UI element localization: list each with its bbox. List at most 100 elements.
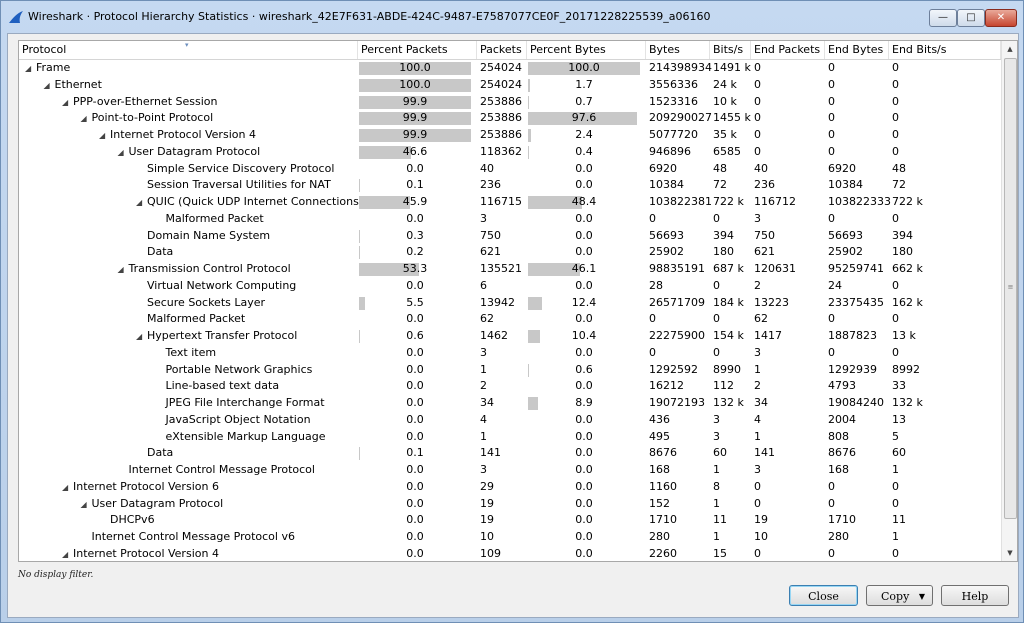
end-bits-per-second-cell: 0 (892, 77, 899, 91)
minimize-button[interactable]: — (929, 9, 957, 27)
tree-row[interactable]: ◢ User Datagram Protocol 46.6 0.4 118362 9468… (19, 144, 1001, 161)
tree-row[interactable]: ◢ Ethernet 100.0 1.7 254024 3556336 24 k 0 0 0 (19, 77, 1001, 94)
close-button[interactable]: Close (789, 585, 858, 606)
end-bytes-cell: 0 (828, 128, 835, 141)
bytes-cell: 28 (649, 278, 663, 292)
packets-cell: 141 (480, 446, 501, 460)
end-bits-per-second-cell: 0 (892, 94, 899, 108)
tree-row[interactable]: Line-based text data 0.0 0.0 2 16212 112 2 4793… (19, 378, 1001, 395)
tree-row[interactable]: ◢ Internet Protocol Version 4 0.0 0.0 109 226… (19, 546, 1001, 561)
percent-bytes-cell: 0.0 (575, 345, 593, 359)
expanded-arrow-icon[interactable]: ◢ (62, 547, 73, 561)
tree-row[interactable]: Internet Control Message Protocol 0.0 0.0 3… (19, 462, 1001, 479)
percent-bytes-cell: 12.4 (571, 295, 597, 309)
tree-row[interactable]: Text item 0.0 0.0 3 0 0 3 0 0 (19, 345, 1001, 362)
tree-row[interactable]: ◢ Internet Protocol Version 6 0.0 0.0 29 1160… (19, 479, 1001, 496)
percent-bytes-cell: 8.9 (575, 396, 593, 409)
tree-row[interactable]: JavaScript Object Notation 0.0 0.0 4 436 3 4 20… (19, 412, 1001, 429)
percent-bytes-cell: 0.0 (575, 312, 593, 326)
protocol-cell: Portable Network Graphics (155, 362, 313, 379)
end-bytes-cell: 24 (828, 278, 842, 292)
percent-bytes-cell: 100.0 (568, 61, 600, 74)
tree-row[interactable]: Session Traversal Utilities for NAT 0.1 0.… (19, 177, 1001, 194)
end-bytes-cell: 19084240 (828, 396, 884, 409)
help-button[interactable]: Help (941, 585, 1009, 606)
maximize-button[interactable]: □ (957, 9, 985, 27)
expanded-arrow-icon[interactable]: ◢ (44, 78, 55, 95)
column-header-end-bits-per-second[interactable]: End Bits/s (889, 41, 1001, 59)
end-bytes-cell: 95259741 (828, 262, 884, 275)
protocol-hierarchy-tree[interactable]: Protocol ▾ Percent Packets Packets Perce… (18, 40, 1018, 562)
column-header-packets[interactable]: Packets (477, 41, 527, 59)
tree-row[interactable]: ◢ Transmission Control Protocol 53.3 46.1 13… (19, 261, 1001, 278)
tree-row[interactable]: Data 0.2 0.0 621 25902 180 621 25902 180 (19, 244, 1001, 261)
tree-row[interactable]: Simple Service Discovery Protocol 0.0 0.0 4… (19, 161, 1001, 178)
expanded-arrow-icon[interactable]: ◢ (81, 497, 92, 514)
column-header-bits-per-second[interactable]: Bits/s (710, 41, 751, 59)
protocol-cell: ◢ Point-to-Point Protocol (81, 110, 214, 127)
end-bytes-cell: 0 (828, 345, 835, 359)
tree-row[interactable]: Secure Sockets Layer 5.5 12.4 13942 26571709… (19, 295, 1001, 312)
tree-row[interactable]: eXtensible Markup Language 0.0 0.0 1 495 3 1 80… (19, 429, 1001, 446)
expanded-arrow-icon[interactable]: ◢ (99, 128, 110, 145)
close-window-button[interactable]: ✕ (985, 9, 1017, 27)
bytes-cell: 6920 (649, 161, 677, 175)
end-packets-cell: 19 (754, 513, 768, 527)
tree-row[interactable]: DHCPv6 0.0 0.0 19 1710 11 19 1710 11 (19, 512, 1001, 529)
packets-cell: 253886 (480, 111, 522, 125)
tree-row[interactable]: ◢ PPP-over-Ethernet Session 99.9 0.7 253886 1… (19, 94, 1001, 111)
tree-row[interactable]: Portable Network Graphics 0.0 0.6 1 1292592 8… (19, 362, 1001, 379)
scrollbar-thumb[interactable]: ≡ (1004, 58, 1017, 519)
expanded-arrow-icon[interactable]: ◢ (118, 145, 129, 162)
column-header-bytes[interactable]: Bytes (646, 41, 710, 59)
title-bar[interactable]: Wireshark · Protocol Hierarchy Statistic… (1, 1, 1023, 34)
percent-packets-cell: 0.0 (406, 546, 424, 560)
bytes-cell: 1710 (649, 513, 677, 527)
bytes-cell: 26571709 (649, 295, 705, 309)
expanded-arrow-icon[interactable]: ◢ (62, 95, 73, 112)
tree-row[interactable]: Malformed Packet 0.0 0.0 3 0 0 3 0 0 (19, 211, 1001, 228)
scroll-up-icon[interactable]: ▲ (1002, 41, 1017, 57)
protocol-name: Data (147, 446, 174, 460)
column-header-percent-bytes[interactable]: Percent Bytes (527, 41, 646, 59)
tree-row[interactable]: ◢ Point-to-Point Protocol 99.9 97.6 253886 20… (19, 110, 1001, 127)
expanded-arrow-icon[interactable]: ◢ (81, 111, 92, 128)
expanded-arrow-icon[interactable]: ◢ (136, 195, 147, 212)
tree-row[interactable]: Data 0.1 0.0 141 8676 60 141 8676 60 (19, 445, 1001, 462)
expanded-arrow-icon[interactable]: ◢ (62, 480, 73, 497)
tree-row[interactable]: ◢ QUIC (Quick UDP Internet Connections) 45… (19, 194, 1001, 211)
packets-cell: 1 (480, 362, 487, 376)
expanded-arrow-icon[interactable]: ◢ (118, 262, 129, 279)
packets-cell: 10 (480, 530, 494, 543)
bytes-cell: 22275900 (649, 329, 705, 342)
tree-row[interactable]: ◢ Hypertext Transfer Protocol 0.6 10.4 1462 2… (19, 328, 1001, 345)
bits-per-second-cell: 180 (713, 245, 734, 259)
tree-row[interactable]: JPEG File Interchange Format 0.0 8.9 34 1907… (19, 395, 1001, 412)
percent-packets-cell: 99.9 (402, 94, 428, 108)
end-bytes-cell: 0 (828, 496, 835, 510)
percent-packets-cell: 100.0 (399, 61, 431, 74)
bytes-cell: 10384 (649, 178, 684, 192)
tree-row[interactable]: ◢ Internet Protocol Version 4 99.9 2.4 25388… (19, 127, 1001, 144)
tree-row[interactable]: ◢ User Datagram Protocol 0.0 0.0 19 152 1 0 0 0 (19, 496, 1001, 513)
vertical-scrollbar[interactable]: ▲ ≡ ▼ (1001, 41, 1017, 561)
column-header-end-bytes[interactable]: End Bytes (825, 41, 889, 59)
tree-row[interactable]: Malformed Packet 0.0 0.0 62 0 0 62 0 0 (19, 311, 1001, 328)
tree-row[interactable]: Internet Control Message Protocol v6 0.0 0… (19, 529, 1001, 546)
expanded-arrow-icon[interactable]: ◢ (25, 61, 36, 78)
bits-per-second-cell: 1455 k (713, 111, 751, 125)
copy-button[interactable]: Copy ▼ (866, 585, 933, 606)
end-bits-per-second-cell: 72 (892, 178, 906, 192)
expanded-arrow-icon[interactable]: ◢ (136, 329, 147, 346)
column-header-percent-packets[interactable]: Percent Packets (358, 41, 477, 59)
end-bytes-cell: 10384 (828, 178, 863, 192)
tree-row[interactable]: Domain Name System 0.3 0.0 750 56693 394 750 56… (19, 228, 1001, 245)
tree-row[interactable]: ◢ Frame 100.0 100.0 254024 214398934 1491 k000 (19, 60, 1001, 77)
column-header-end-packets[interactable]: End Packets (751, 41, 825, 59)
bytes-cell: 25902 (649, 245, 684, 259)
tree-row[interactable]: Virtual Network Computing 0.0 0.0 6 28 0 2 24 0 (19, 278, 1001, 295)
scroll-down-icon[interactable]: ▼ (1002, 545, 1017, 561)
protocol-name: User Datagram Protocol (128, 144, 261, 158)
bytes-cell: 98835191 (649, 262, 705, 275)
bits-per-second-cell: 8 (713, 479, 720, 493)
